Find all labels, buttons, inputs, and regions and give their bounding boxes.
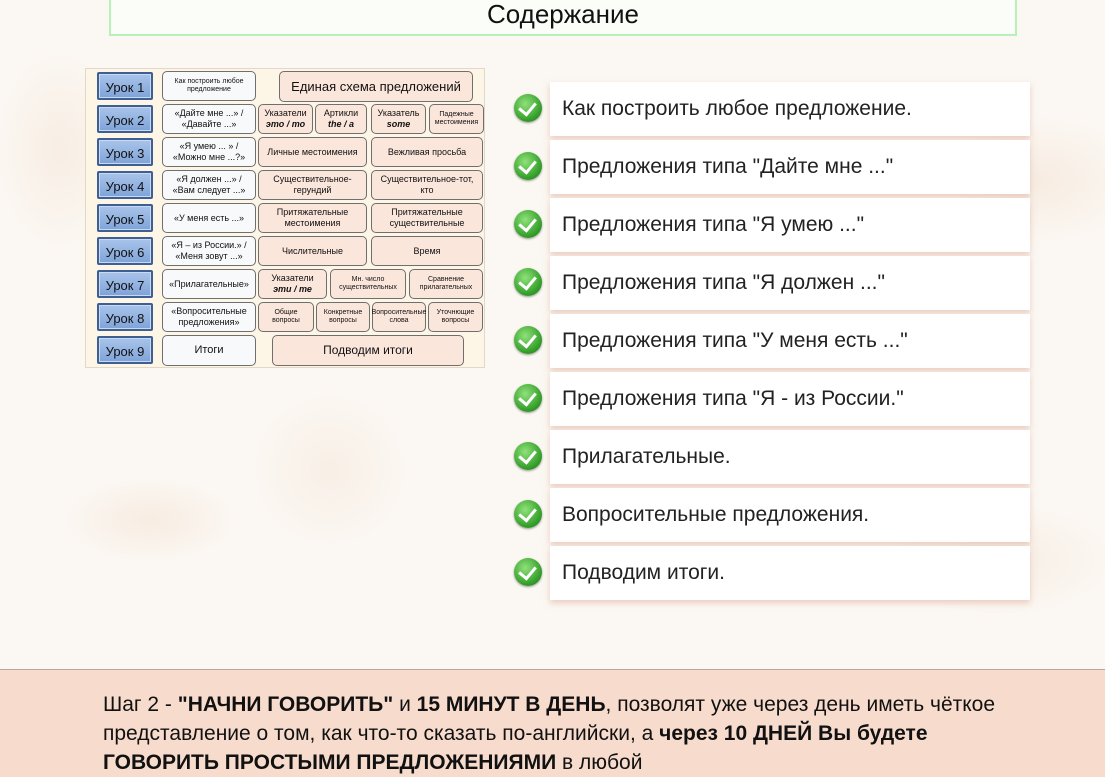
diagram-cell: Как построить любое предложение xyxy=(162,71,256,101)
list-item-label: Предложения типа "Я - из России." xyxy=(550,372,1030,426)
diagram-cell: Конкретные вопросы xyxy=(316,302,370,332)
diagram-cell: «Прилагательные» xyxy=(162,269,256,299)
list-item[interactable]: Предложения типа "Я умею ..." xyxy=(514,198,1034,252)
diagram-cell: Числительные xyxy=(258,236,367,266)
diagram-cell: Личные местоимения xyxy=(258,137,367,167)
diagram-cell: Мн. число существительных xyxy=(330,269,406,299)
lesson-label: Урок 8 xyxy=(97,303,153,331)
check-icon xyxy=(514,152,542,180)
list-item-label: Подводим итоги. xyxy=(550,546,1030,600)
diagram-cell: Сравнение прилагательных xyxy=(409,269,483,299)
lesson-label: Урок 9 xyxy=(97,336,153,364)
diagram-cell: Притяжательные местоимения xyxy=(258,203,367,233)
diagram-cell: Уточнющие вопросы xyxy=(428,302,483,332)
lesson-label: Урок 4 xyxy=(97,171,153,199)
diagram-cell: «Я – из России.» / «Меня зовут ...» xyxy=(162,236,256,266)
list-item[interactable]: Подводим итоги. xyxy=(514,546,1034,600)
list-item-label: Предложения типа "Я умею ..." xyxy=(550,198,1030,252)
footer-text: Шаг 2 - xyxy=(103,693,178,716)
diagram-cell: Указатели это / то xyxy=(258,104,313,134)
diagram-cell-text: Указатели xyxy=(264,108,307,118)
diagram-cell: Падежные местоимения xyxy=(429,104,484,134)
diagram-cell: Вопросительные слова xyxy=(372,302,426,332)
lesson-label: Урок 7 xyxy=(97,270,153,298)
check-icon xyxy=(514,326,542,354)
diagram-cell: Артикли the / a xyxy=(315,104,367,134)
lesson-label: Урок 5 xyxy=(97,204,153,232)
list-item[interactable]: Предложения типа "У меня есть ..." xyxy=(514,314,1034,368)
list-item[interactable]: Предложения типа "Я - из России." xyxy=(514,372,1034,426)
check-icon xyxy=(514,268,542,296)
page-title: Содержание xyxy=(487,0,639,29)
diagram-cell: Существительное-герундий xyxy=(258,170,367,200)
diagram-cell: Время xyxy=(371,236,483,266)
list-item-label: Вопросительные предложения. xyxy=(550,488,1030,542)
list-item[interactable]: Предложения типа "Дайте мне ..." xyxy=(514,140,1034,194)
footer-section: Шаг 2 - "НАЧНИ ГОВОРИТЬ" и 15 МИНУТ В ДЕ… xyxy=(0,669,1105,777)
check-icon xyxy=(514,210,542,238)
lesson-label: Урок 2 xyxy=(97,105,153,133)
diagram-cell-text: some xyxy=(386,119,411,129)
diagram-cell: «Дайте мне ...» / «Давайте ...» xyxy=(162,104,256,134)
diagram-cell: Общие вопросы xyxy=(258,302,314,332)
list-item[interactable]: Вопросительные предложения. xyxy=(514,488,1034,542)
footer-text: и xyxy=(393,693,417,716)
check-icon xyxy=(514,94,542,122)
list-item-label: Прилагательные. xyxy=(550,430,1030,484)
diagram-cell-text: the / a xyxy=(327,119,354,129)
diagram-cell: Притяжательные существительные xyxy=(371,203,483,233)
lesson-label: Урок 3 xyxy=(97,138,153,166)
list-item-label: Как построить любое предложение. xyxy=(550,82,1030,136)
footer-paragraph: Шаг 2 - "НАЧНИ ГОВОРИТЬ" и 15 МИНУТ В ДЕ… xyxy=(103,690,1003,777)
footer-emphasis: 15 МИНУТ В ДЕНЬ xyxy=(416,693,606,716)
diagram-cell-text: это / то xyxy=(265,119,306,129)
diagram-cell: «У меня есть ...» xyxy=(162,203,256,233)
diagram-cell: Указатель some xyxy=(371,104,426,134)
diagram-cell-text: эти / те xyxy=(273,284,312,294)
check-icon xyxy=(514,500,542,528)
diagram-cell-text: Указатель xyxy=(377,108,420,118)
diagram-cell: «Вопросительные предложения» xyxy=(162,302,256,332)
check-icon xyxy=(514,384,542,412)
list-item-label: Предложения типа "Я должен ..." xyxy=(550,256,1030,310)
list-item-label: Предложения типа "У меня есть ..." xyxy=(550,314,1030,368)
diagram-cell: Существительное-тот, кто xyxy=(371,170,483,200)
lesson-label: Урок 1 xyxy=(97,72,153,100)
list-item[interactable]: Предложения типа "Я должен ..." xyxy=(514,256,1034,310)
diagram-cell: Подводим итоги xyxy=(272,335,464,366)
course-diagram: Урок 1 Урок 2 Урок 3 Урок 4 Урок 5 Урок … xyxy=(85,68,485,368)
footer-emphasis: "НАЧНИ ГОВОРИТЬ" xyxy=(177,693,394,716)
list-item[interactable]: Как построить любое предложение. xyxy=(514,82,1034,136)
lesson-label: Урок 6 xyxy=(97,237,153,265)
check-icon xyxy=(514,558,542,586)
footer-text: в любой xyxy=(556,751,643,774)
diagram-cell-text: Указатели xyxy=(271,273,314,283)
diagram-cell: Вежливая просьба xyxy=(371,137,483,167)
diagram-cell: «Я должен ...» / «Вам следует ...» xyxy=(162,170,256,200)
diagram-cell: Указатели эти / те xyxy=(258,269,327,299)
diagram-cell: Единая схема предложений xyxy=(279,71,473,102)
check-icon xyxy=(514,442,542,470)
list-item[interactable]: Прилагательные. xyxy=(514,430,1034,484)
contents-title-bar: Содержание xyxy=(109,0,1017,36)
diagram-cell: Итоги xyxy=(162,335,256,366)
list-item-label: Предложения типа "Дайте мне ..." xyxy=(550,140,1030,194)
diagram-cell-text: Артикли xyxy=(323,108,359,118)
diagram-cell: «Я умею ... » / «Можно мне ...?» xyxy=(162,137,256,167)
